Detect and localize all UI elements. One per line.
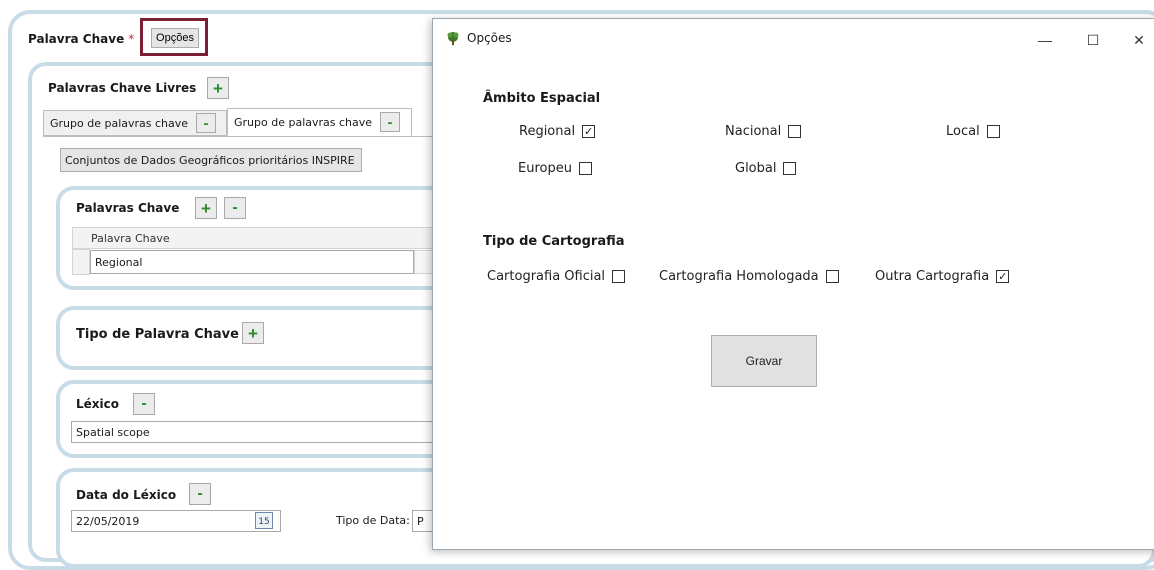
- inspire-datasets-button[interactable]: Conjuntos de Dados Geográficos prioritár…: [60, 148, 362, 172]
- option-label: Outra Cartografia: [875, 269, 990, 284]
- nacional-checkbox[interactable]: [788, 125, 802, 138]
- cartografia-homologada-checkbox[interactable]: [825, 270, 839, 283]
- plus-icon: +: [248, 323, 258, 343]
- cartografia-oficial-checkbox[interactable]: [612, 270, 626, 283]
- required-mark: *: [128, 32, 135, 46]
- date-type-label: Tipo de Data:: [336, 514, 410, 527]
- add-free-keyword-button[interactable]: +: [207, 77, 229, 99]
- add-keyword-button[interactable]: +: [195, 197, 217, 219]
- minus-icon: -: [197, 485, 203, 502]
- tab-label: Grupo de palavras chave: [234, 115, 373, 129]
- remove-keyword-group-2-button[interactable]: -: [380, 112, 401, 132]
- tab-label: Grupo de palavras chave: [50, 116, 189, 130]
- add-keyword-type-button[interactable]: +: [242, 322, 264, 344]
- keywords-title: Palavras Chave: [76, 201, 180, 215]
- keyword-column-header[interactable]: Palavra Chave: [72, 227, 452, 249]
- minus-icon: -: [203, 114, 209, 132]
- option-label: Local: [946, 124, 980, 139]
- close-button[interactable]: ✕: [1119, 27, 1154, 53]
- lexicon-date-title: Data do Léxico: [76, 488, 177, 502]
- option-label: Global: [735, 161, 777, 176]
- save-button[interactable]: Gravar: [711, 335, 817, 387]
- remove-lexicon-button[interactable]: -: [133, 393, 155, 415]
- minus-icon: -: [232, 199, 238, 216]
- option-label: Europeu: [518, 161, 572, 176]
- outra-cartografia-checkbox[interactable]: ✓: [996, 270, 1010, 283]
- checkmark-icon: ✓: [583, 125, 594, 138]
- lexicon-input[interactable]: Spatial scope: [71, 421, 451, 443]
- minus-icon: -: [387, 113, 393, 131]
- tab-keyword-group-1[interactable]: Grupo de palavras chave -: [43, 110, 227, 136]
- minimize-button[interactable]: —: [1025, 27, 1065, 53]
- option-label: Cartografia Oficial: [487, 269, 606, 284]
- lexicon-title: Léxico: [76, 397, 119, 411]
- option-europeu[interactable]: Europeu: [518, 161, 592, 176]
- date-value: 22/05/2019: [76, 514, 140, 528]
- option-global[interactable]: Global: [735, 161, 797, 176]
- regional-checkbox[interactable]: ✓: [582, 125, 596, 138]
- lexicon-date-input[interactable]: 22/05/2019: [71, 510, 281, 532]
- option-label: Cartografia Homologada: [659, 269, 819, 284]
- plus-icon: +: [201, 198, 211, 218]
- dialog-titlebar[interactable]: Opções — ☐ ✕: [433, 19, 1154, 59]
- option-label: Regional: [519, 124, 576, 139]
- maximize-icon: ☐: [1086, 31, 1100, 48]
- tab-keyword-group-2[interactable]: Grupo de palavras chave -: [227, 108, 412, 136]
- options-dialog: Opções — ☐ ✕ Âmbito Espacial Regional ✓ …: [432, 18, 1154, 550]
- row-header-cell[interactable]: [72, 249, 90, 275]
- dialog-title: Opções: [467, 31, 512, 45]
- option-cartografia-oficial[interactable]: Cartografia Oficial: [487, 269, 626, 284]
- calendar-icon[interactable]: 15: [255, 512, 273, 529]
- option-regional[interactable]: Regional ✓: [519, 124, 596, 139]
- close-icon: ✕: [1133, 31, 1145, 48]
- remove-lexicon-date-button[interactable]: -: [189, 483, 211, 505]
- keyword-header-label: Palavra Chave: [28, 32, 125, 46]
- app-leaf-icon: [447, 32, 459, 45]
- keyword-header: Palavra Chave *: [28, 28, 134, 50]
- option-nacional[interactable]: Nacional: [725, 124, 802, 139]
- free-keywords-title: Palavras Chave Livres: [48, 81, 197, 95]
- remove-keyword-group-1-button[interactable]: -: [196, 113, 217, 133]
- options-button[interactable]: Opções: [151, 28, 199, 48]
- local-checkbox[interactable]: [986, 125, 1000, 138]
- minus-icon: -: [141, 395, 147, 412]
- cartography-type-title: Tipo de Cartografia: [483, 234, 625, 249]
- europeu-checkbox[interactable]: [578, 162, 592, 175]
- global-checkbox[interactable]: [783, 162, 797, 175]
- spatial-scope-title: Âmbito Espacial: [483, 91, 601, 106]
- plus-icon: +: [213, 78, 223, 98]
- remove-keyword-button[interactable]: -: [224, 197, 246, 219]
- maximize-button[interactable]: ☐: [1073, 27, 1113, 53]
- option-cartografia-homologada[interactable]: Cartografia Homologada: [659, 269, 839, 284]
- checkmark-icon: ✓: [998, 270, 1008, 283]
- minimize-icon: —: [1038, 32, 1052, 48]
- keyword-cell-input[interactable]: Regional: [90, 250, 414, 274]
- keyword-type-title: Tipo de Palavra Chave: [76, 327, 239, 342]
- option-local[interactable]: Local: [946, 124, 1000, 139]
- option-outra-cartografia[interactable]: Outra Cartografia ✓: [875, 269, 1010, 284]
- option-label: Nacional: [725, 124, 782, 139]
